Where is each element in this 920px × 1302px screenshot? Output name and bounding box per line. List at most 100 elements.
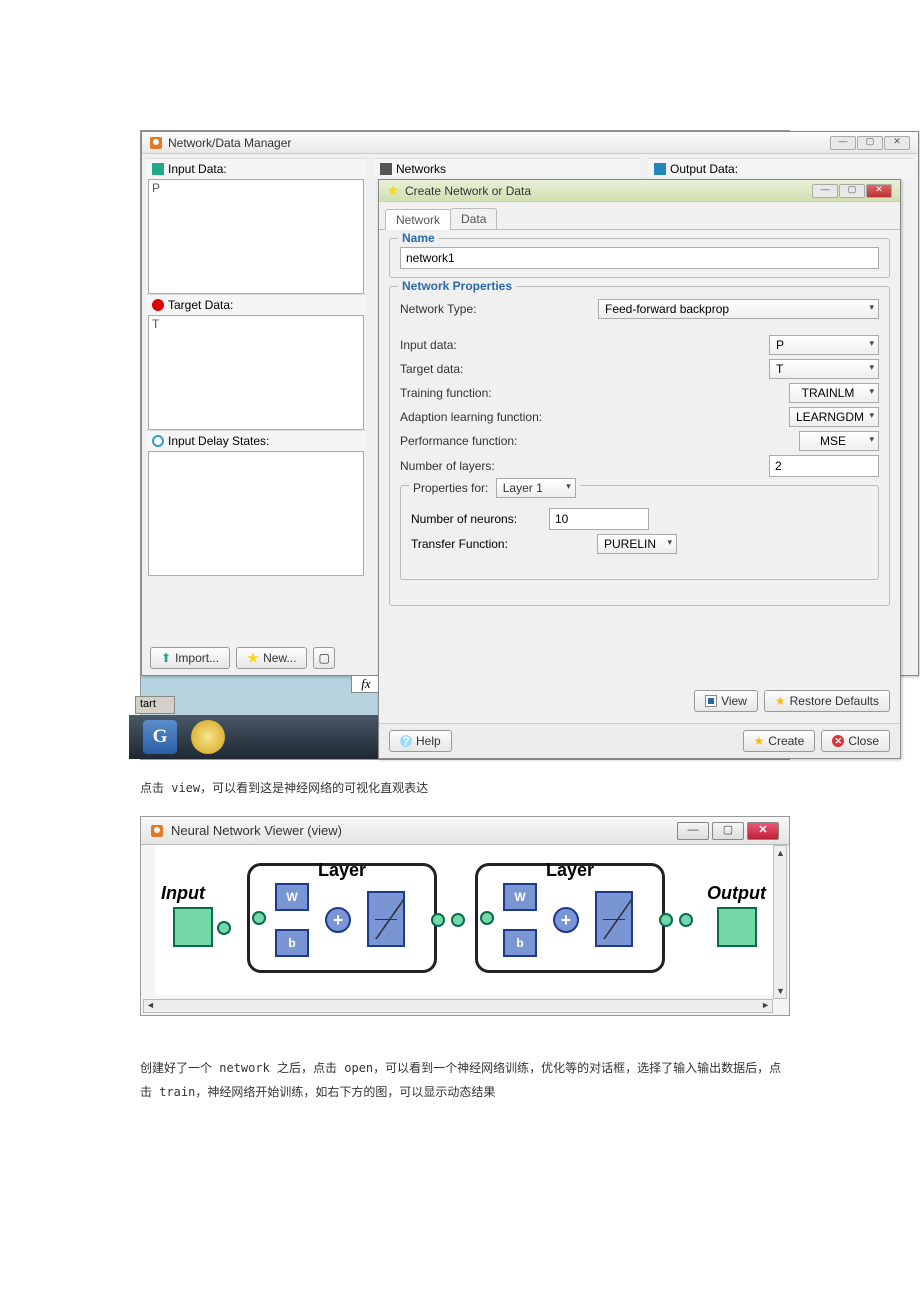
viewer-minimize-button[interactable]: — bbox=[677, 822, 709, 840]
num-layers-input[interactable] bbox=[769, 455, 879, 477]
delay-states-list[interactable] bbox=[148, 451, 364, 576]
target-icon bbox=[152, 299, 164, 311]
close-icon: ✕ bbox=[832, 735, 844, 747]
caption-1: 点击 view，可以看到这是神经网络的可视化直观表达 bbox=[140, 776, 790, 800]
target-data-label: Target data: bbox=[400, 362, 590, 376]
dialog-footer: ? Help ★ Create ✕ Close bbox=[379, 723, 900, 758]
layer2-label: Layer bbox=[478, 860, 662, 881]
target-data-list[interactable]: T bbox=[148, 315, 364, 430]
networks-icon bbox=[380, 163, 392, 175]
node bbox=[252, 911, 266, 925]
close-button[interactable]: ✕ Close bbox=[821, 730, 890, 752]
input-icon bbox=[152, 163, 164, 175]
fieldset-name: Name bbox=[389, 238, 890, 278]
output-block bbox=[717, 907, 757, 947]
input-label: Input bbox=[161, 883, 205, 904]
target-data-select[interactable]: T bbox=[769, 359, 879, 379]
maximize-button[interactable]: ▢ bbox=[857, 136, 883, 150]
node bbox=[217, 921, 231, 935]
adapt-fn-select[interactable]: LEARNGDM bbox=[789, 407, 879, 427]
star-icon: ★ bbox=[775, 694, 786, 708]
new-button[interactable]: New... bbox=[236, 647, 307, 669]
horizontal-scrollbar[interactable] bbox=[143, 999, 773, 1013]
w-block: W bbox=[503, 883, 537, 911]
properties-for-label: Properties for: bbox=[413, 481, 488, 495]
nn-diagram: Input Layer W b + Layer W b + Output bbox=[155, 845, 775, 995]
star-icon bbox=[247, 652, 259, 664]
networks-header: Networks bbox=[374, 158, 640, 179]
legend-name: Name bbox=[398, 231, 439, 245]
node bbox=[480, 911, 494, 925]
node bbox=[431, 913, 445, 927]
tab-data[interactable]: Data bbox=[450, 208, 497, 229]
network-type-label: Network Type: bbox=[400, 302, 590, 316]
matlab-icon bbox=[151, 825, 163, 837]
vertical-scrollbar[interactable] bbox=[773, 845, 787, 999]
window-nn-viewer: Neural Network Viewer (view) — ▢ ✕ Input… bbox=[140, 816, 790, 1016]
restore-defaults-button[interactable]: ★ Restore Defaults bbox=[764, 690, 890, 712]
node bbox=[679, 913, 693, 927]
perf-fn-select[interactable]: MSE bbox=[799, 431, 879, 451]
neurons-label: Number of neurons: bbox=[411, 512, 541, 526]
viewer-maximize-button[interactable]: ▢ bbox=[712, 822, 744, 840]
dialog-minimize-button[interactable]: — bbox=[812, 184, 838, 198]
window-create-network: Create Network or Data — ▢ ✕ Network Dat… bbox=[378, 179, 901, 759]
layer-select[interactable]: Layer 1 bbox=[496, 478, 576, 498]
training-fn-select[interactable]: TRAINLM bbox=[789, 383, 879, 403]
training-fn-label: Training function: bbox=[400, 386, 590, 400]
dialog-maximize-button[interactable]: ▢ bbox=[839, 184, 865, 198]
name-input[interactable] bbox=[400, 247, 879, 269]
titlebar-manager: Network/Data Manager — ▢ ✕ bbox=[142, 132, 918, 154]
target-data-header: Target Data: bbox=[146, 294, 366, 315]
star-icon: ★ bbox=[754, 734, 765, 748]
delay-states-header: Input Delay States: bbox=[146, 430, 366, 451]
matlab-icon bbox=[150, 137, 162, 149]
transfer-fn-select[interactable]: PURELIN bbox=[597, 534, 677, 554]
taskbar-icon-qq[interactable] bbox=[191, 720, 225, 754]
tab-network[interactable]: Network bbox=[385, 209, 451, 230]
b-block: b bbox=[503, 929, 537, 957]
transfer-block bbox=[595, 891, 633, 947]
num-layers-label: Number of layers: bbox=[400, 459, 590, 473]
viewer-close-button[interactable]: ✕ bbox=[747, 822, 779, 840]
legend-properties: Network Properties bbox=[398, 279, 516, 293]
view-icon bbox=[705, 695, 717, 707]
sum-block: + bbox=[553, 907, 579, 933]
w-block: W bbox=[275, 883, 309, 911]
taskbar-icon-g[interactable]: G bbox=[143, 720, 177, 754]
network-type-select[interactable]: Feed-forward backprop bbox=[598, 299, 879, 319]
close-button[interactable]: ✕ bbox=[884, 136, 910, 150]
screenshot-manager: Network/Data Manager — ▢ ✕ Input Data: P… bbox=[140, 130, 790, 760]
help-icon: ? bbox=[400, 735, 412, 747]
title-manager: Network/Data Manager bbox=[168, 136, 830, 150]
title-dialog: Create Network or Data bbox=[405, 184, 812, 198]
input-data-list[interactable]: P bbox=[148, 179, 364, 294]
sum-block: + bbox=[325, 907, 351, 933]
create-button[interactable]: ★ Create bbox=[743, 730, 816, 752]
star-icon bbox=[387, 185, 399, 197]
clock-icon bbox=[152, 435, 164, 447]
help-button[interactable]: ? Help bbox=[389, 730, 452, 752]
caption-2: 创建好了一个 network 之后，点击 open，可以看到一个神经网络训练，优… bbox=[140, 1056, 790, 1104]
extra-button[interactable]: ▢ bbox=[313, 647, 335, 669]
view-button[interactable]: View bbox=[694, 690, 758, 712]
fieldset-layer-props: Properties for: Layer 1 Number of neuron… bbox=[400, 485, 879, 580]
input-data-label: Input data: bbox=[400, 338, 590, 352]
fieldset-properties: Network Properties Network Type: Feed-fo… bbox=[389, 286, 890, 606]
minimize-button[interactable]: — bbox=[830, 136, 856, 150]
neurons-input[interactable] bbox=[549, 508, 649, 530]
input-block bbox=[173, 907, 213, 947]
perf-fn-label: Performance function: bbox=[400, 434, 590, 448]
adapt-fn-label: Adaption learning function: bbox=[400, 410, 590, 424]
node bbox=[451, 913, 465, 927]
tabs: Network Data bbox=[379, 202, 900, 230]
input-data-select[interactable]: P bbox=[769, 335, 879, 355]
output-data-label: Output Data: bbox=[670, 162, 738, 176]
dialog-close-x-button[interactable]: ✕ bbox=[866, 184, 892, 198]
output-label: Output bbox=[707, 883, 766, 904]
delay-states-label: Input Delay States: bbox=[168, 434, 269, 448]
transfer-block bbox=[367, 891, 405, 947]
import-button[interactable]: ⬆Import... bbox=[150, 647, 230, 669]
b-block: b bbox=[275, 929, 309, 957]
output-icon bbox=[654, 163, 666, 175]
